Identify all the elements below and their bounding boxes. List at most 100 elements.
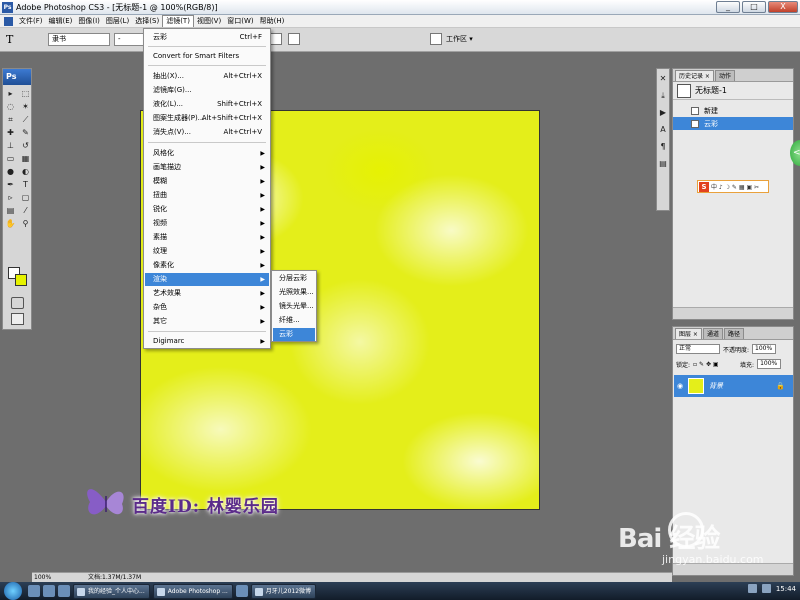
background-color-swatch[interactable] — [15, 274, 27, 286]
filter-menu-item[interactable]: 纹理 ▶ — [145, 245, 269, 258]
blend-mode-select[interactable]: 正常 — [676, 344, 720, 354]
filter-menu-item[interactable]: Convert for Smart Filters — [145, 50, 269, 63]
tab-history[interactable]: 历史记录 × — [675, 70, 714, 81]
render-submenu-item[interactable]: 分层云彩 — [273, 272, 315, 285]
brush-tool-icon[interactable]: ✎ — [19, 127, 32, 139]
minimize-button[interactable]: _ — [716, 1, 740, 13]
filter-menu-item[interactable]: 消失点(V)... Alt+Ctrl+V — [145, 126, 269, 139]
healing-brush-icon[interactable]: ✚ — [4, 127, 17, 139]
menu-image[interactable]: 图像(I) — [75, 15, 103, 27]
filter-menu-item[interactable]: 云彩 Ctrl+F — [145, 31, 269, 44]
filter-menu-item[interactable]: 艺术效果 ▶ — [145, 287, 269, 300]
filter-menu-item[interactable]: Digimarc ▶ — [145, 335, 269, 348]
history-step-selected[interactable]: 云彩 — [673, 117, 793, 130]
lasso-tool-icon[interactable]: ◌ — [4, 101, 17, 113]
warp-text-icon[interactable] — [288, 33, 300, 45]
filter-menu-item[interactable]: 像素化 ▶ — [145, 259, 269, 272]
dodge-tool-icon[interactable]: ◐ — [19, 166, 32, 178]
layer-comps-icon[interactable]: ▤ — [657, 157, 669, 171]
menu-layer[interactable]: 图层(L) — [103, 15, 132, 27]
menu-edit[interactable]: 编辑(E) — [46, 15, 76, 27]
visibility-eye-icon[interactable]: ◉ — [674, 382, 686, 390]
network-icon[interactable] — [747, 584, 757, 593]
taskbar-item-photoshop[interactable]: Adobe Photoshop ... — [152, 583, 233, 599]
volume-icon[interactable] — [761, 584, 771, 593]
filter-menu-item[interactable]: 滤镜库(G)... — [145, 84, 269, 97]
filter-menu-item[interactable]: 扭曲 ▶ — [145, 189, 269, 202]
ime-toolbar[interactable]: S 中 ♪ ☽ ✎ ▦ ▣ ✂ — [697, 180, 769, 193]
menu-select[interactable]: 选择(S) — [132, 15, 162, 27]
quicklaunch-ie-icon[interactable] — [43, 585, 55, 597]
taskbar-chrome-icon[interactable] — [235, 585, 248, 597]
filter-menu-item[interactable]: 抽出(X)... Alt+Ctrl+X — [145, 70, 269, 83]
bridge-icon[interactable] — [430, 33, 442, 45]
paragraph-panel-icon[interactable]: ¶ — [657, 140, 669, 154]
eraser-tool-icon[interactable]: ▭ — [4, 153, 17, 165]
filter-menu-item[interactable]: 风格化 ▶ — [145, 147, 269, 160]
magic-wand-icon[interactable]: ✶ — [19, 101, 32, 113]
menu-window[interactable]: 窗口(W) — [224, 15, 256, 27]
maximize-button[interactable]: □ — [742, 1, 766, 13]
workspace-menu[interactable]: 工作区 ▾ — [446, 34, 473, 44]
render-submenu-item-clouds[interactable]: 云彩 — [273, 328, 315, 341]
quicklaunch-explorer-icon[interactable] — [28, 585, 40, 597]
clock[interactable]: 15:44 — [776, 585, 796, 593]
menu-help[interactable]: 帮助(H) — [257, 15, 288, 27]
start-button-icon[interactable] — [4, 582, 22, 600]
zoom-level[interactable]: 100% — [34, 573, 51, 582]
type-tool-icon[interactable]: T — [19, 179, 32, 191]
app-menu-icon[interactable] — [4, 16, 13, 26]
close-button[interactable]: X — [768, 1, 798, 13]
tab-layers[interactable]: 图层 × — [675, 328, 702, 339]
menu-view[interactable]: 视图(V) — [194, 15, 224, 27]
tab-actions[interactable]: 动作 — [714, 70, 735, 81]
menu-filter[interactable]: 滤镜(T) — [162, 15, 194, 27]
crop-tool-icon[interactable]: ⌗ — [4, 114, 17, 126]
quicklaunch-media-icon[interactable] — [58, 585, 70, 597]
font-family-select[interactable]: 隶书 — [48, 33, 110, 46]
slice-tool-icon[interactable]: ⟋ — [19, 114, 32, 126]
character-panel-icon[interactable]: A — [657, 123, 669, 137]
actions-panel-icon[interactable]: ▶ — [657, 106, 669, 120]
move-tool-icon[interactable]: ▸ — [4, 88, 17, 100]
tab-channels[interactable]: 通道 — [702, 328, 723, 339]
taskbar-item-browser[interactable]: 我的经验_个人中心... — [73, 583, 150, 599]
pen-tool-icon[interactable]: ✒ — [4, 179, 17, 191]
filter-menu-item[interactable]: 其它 ▶ — [145, 315, 269, 328]
history-panel-icon[interactable]: ⤓ — [657, 89, 669, 103]
filter-menu-item[interactable]: 液化(L)... Shift+Ctrl+X — [145, 98, 269, 111]
opacity-input[interactable]: 100% — [752, 344, 777, 354]
lock-icons[interactable]: ▫ ✎ ✥ ▣ — [693, 361, 737, 368]
tools-icon[interactable]: ✕ — [657, 72, 669, 86]
menu-file[interactable]: 文件(F) — [16, 15, 46, 27]
notes-tool-icon[interactable]: ▤ — [4, 205, 17, 217]
filter-menu-item[interactable]: 模糊 ▶ — [145, 175, 269, 188]
quick-mask-icon[interactable] — [11, 297, 24, 309]
history-snapshot[interactable]: 无标题-1 — [673, 82, 793, 100]
render-submenu-item[interactable]: 镜头光晕... — [273, 300, 315, 313]
history-brush-icon[interactable]: ↺ — [19, 140, 32, 152]
blur-tool-icon[interactable]: ● — [4, 166, 17, 178]
filter-menu-item[interactable]: 锐化 ▶ — [145, 203, 269, 216]
text-tool-icon[interactable]: T — [6, 33, 13, 46]
filter-menu-item[interactable]: 视频 ▶ — [145, 217, 269, 230]
render-submenu-item[interactable]: 纤维... — [273, 314, 315, 327]
eyedropper-icon[interactable]: ⁄ — [19, 205, 32, 217]
filter-menu-item[interactable]: 图案生成器(P)... Alt+Shift+Ctrl+X — [145, 112, 269, 125]
filter-menu-item[interactable]: 素描 ▶ — [145, 231, 269, 244]
history-step[interactable]: 新建 — [673, 104, 793, 117]
screen-mode-icon[interactable] — [11, 313, 24, 325]
text-color-swatch[interactable] — [270, 33, 282, 45]
hand-tool-icon[interactable]: ✋ — [4, 218, 17, 230]
clone-stamp-icon[interactable]: ⊥ — [4, 140, 17, 152]
zoom-tool-icon[interactable]: ⚲ — [19, 218, 32, 230]
filter-menu-item[interactable]: 画笔描边 ▶ — [145, 161, 269, 174]
filter-menu-item-render[interactable]: 渲染 ▶ — [145, 273, 269, 286]
font-style-select[interactable]: - — [114, 33, 144, 46]
path-select-icon[interactable]: ▹ — [4, 192, 17, 204]
render-submenu-item[interactable]: 光照效果... — [273, 286, 315, 299]
filter-menu-item[interactable]: 杂色 ▶ — [145, 301, 269, 314]
fill-input[interactable]: 100% — [757, 359, 782, 369]
tab-paths[interactable]: 路径 — [723, 328, 744, 339]
layer-background[interactable]: ◉ 背景 🔒 — [674, 375, 793, 397]
